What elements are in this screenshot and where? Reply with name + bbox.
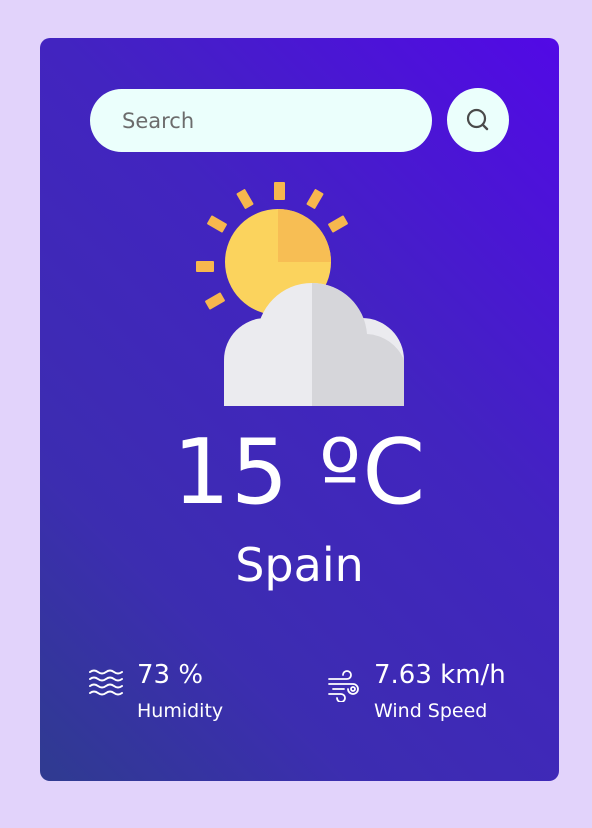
wind-stat: 7.63 km/h Wind Speed <box>374 662 506 722</box>
search-input[interactable] <box>90 89 432 152</box>
humidity-stat: 73 % Humidity <box>137 662 223 722</box>
weather-card: 15 ºC Spain 73 % Humidity 7.63 km/h Wind… <box>40 38 559 781</box>
city-name: Spain <box>235 538 364 592</box>
wind-label: Wind Speed <box>374 700 488 722</box>
search-box[interactable] <box>90 89 432 152</box>
humidity-waves-icon <box>89 669 123 696</box>
wind-icon <box>328 670 359 702</box>
wind-value: 7.63 km/h <box>374 660 506 690</box>
temperature: 15 ºC <box>172 420 427 525</box>
partly-cloudy-rain-icon <box>196 182 404 406</box>
search-button[interactable] <box>447 88 509 152</box>
search-icon <box>466 108 489 131</box>
humidity-label: Humidity <box>137 700 224 722</box>
humidity-value: 73 % <box>137 660 204 690</box>
